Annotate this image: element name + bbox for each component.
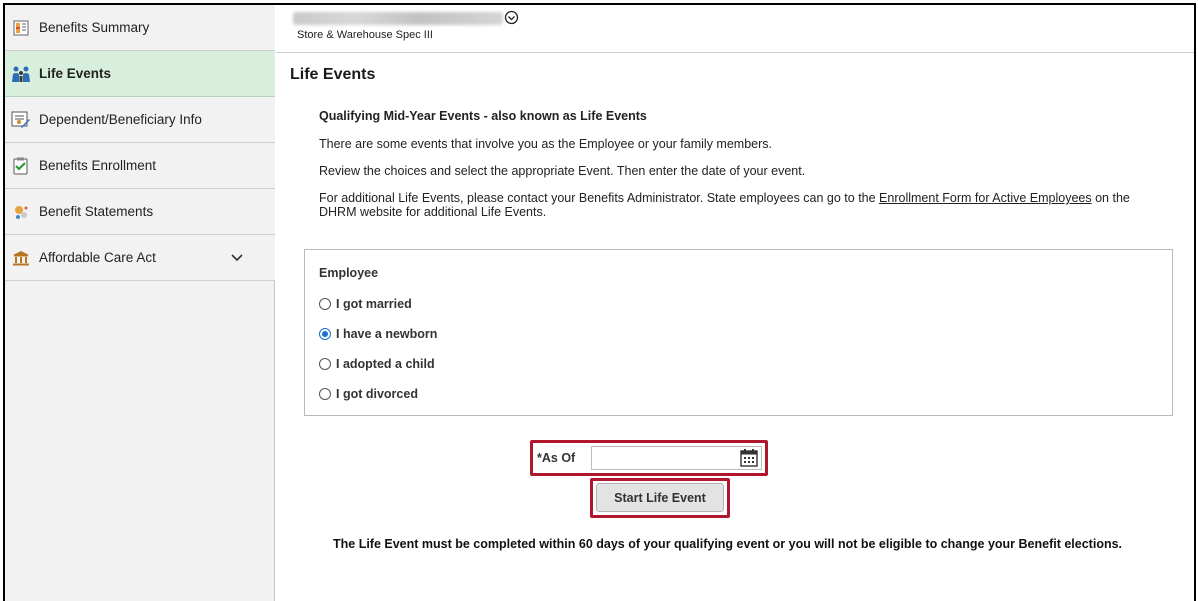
intro-heading: Qualifying Mid-Year Events - also known … (319, 109, 647, 123)
sidebar-item-label: Benefits Enrollment (39, 158, 157, 173)
sidebar-item-label: Affordable Care Act (39, 250, 156, 265)
sidebar-item-benefits-summary[interactable]: Benefits Summary (5, 5, 275, 51)
header-divider (276, 52, 1194, 53)
chevron-down-icon[interactable] (229, 249, 245, 265)
radio-option-got-married[interactable]: I got married (319, 297, 412, 311)
as-of-date-input[interactable] (591, 446, 762, 470)
page-title: Life Events (290, 66, 376, 83)
employee-job-title: Store & Warehouse Spec III (297, 29, 433, 41)
sidebar-item-benefits-enrollment[interactable]: Benefits Enrollment (5, 143, 275, 189)
group-title: Employee (319, 266, 379, 280)
employee-name-redacted (293, 12, 503, 25)
enrollment-form-link[interactable]: Enrollment Form for Active Employees (879, 191, 1092, 205)
sidebar-item-dependent-info[interactable]: Dependent/Beneficiary Info (5, 97, 275, 143)
radio-option-got-divorced[interactable]: I got divorced (319, 387, 418, 401)
dependent-info-icon (11, 111, 31, 129)
chevron-down-circle-icon[interactable] (504, 10, 519, 25)
as-of-label: *As Of (537, 451, 576, 465)
intro-paragraph: There are some events that involve you a… (319, 137, 772, 151)
radio-button[interactable] (319, 358, 331, 370)
family-icon (11, 65, 31, 83)
radio-button[interactable] (319, 298, 331, 310)
deadline-notice: The Life Event must be completed within … (333, 537, 1123, 551)
radio-label: I got divorced (336, 387, 418, 401)
sidebar-item-label: Dependent/Beneficiary Info (39, 112, 202, 127)
radio-option-newborn[interactable]: I have a newborn (319, 327, 437, 341)
enrollment-check-icon (11, 157, 31, 175)
intro-paragraph: Review the choices and select the approp… (319, 164, 806, 178)
sidebar-item-label: Life Events (39, 66, 112, 81)
radio-label: I got married (336, 297, 412, 311)
radio-button[interactable] (319, 388, 331, 400)
radio-label: I have a newborn (336, 327, 438, 341)
radio-option-adopted-child[interactable]: I adopted a child (319, 357, 435, 371)
sidebar: Benefits Summary Life Events Dependent/B… (5, 5, 275, 601)
benefits-summary-icon (11, 19, 31, 37)
sidebar-item-label: Benefit Statements (39, 204, 154, 219)
calendar-icon[interactable] (739, 448, 759, 468)
statements-icon (11, 203, 31, 221)
building-icon (11, 249, 31, 267)
sidebar-item-life-events[interactable]: Life Events (5, 51, 275, 97)
sidebar-item-benefit-statements[interactable]: Benefit Statements (5, 189, 275, 235)
sidebar-item-affordable-care-act[interactable]: Affordable Care Act (5, 235, 275, 281)
sidebar-item-label: Benefits Summary (39, 20, 150, 35)
start-life-event-button[interactable]: Start Life Event (596, 483, 724, 512)
intro-paragraph: For additional Life Events, please conta… (319, 191, 1159, 219)
radio-button[interactable] (319, 328, 331, 340)
intro-text: For additional Life Events, please conta… (319, 191, 880, 205)
radio-label: I adopted a child (336, 357, 435, 371)
